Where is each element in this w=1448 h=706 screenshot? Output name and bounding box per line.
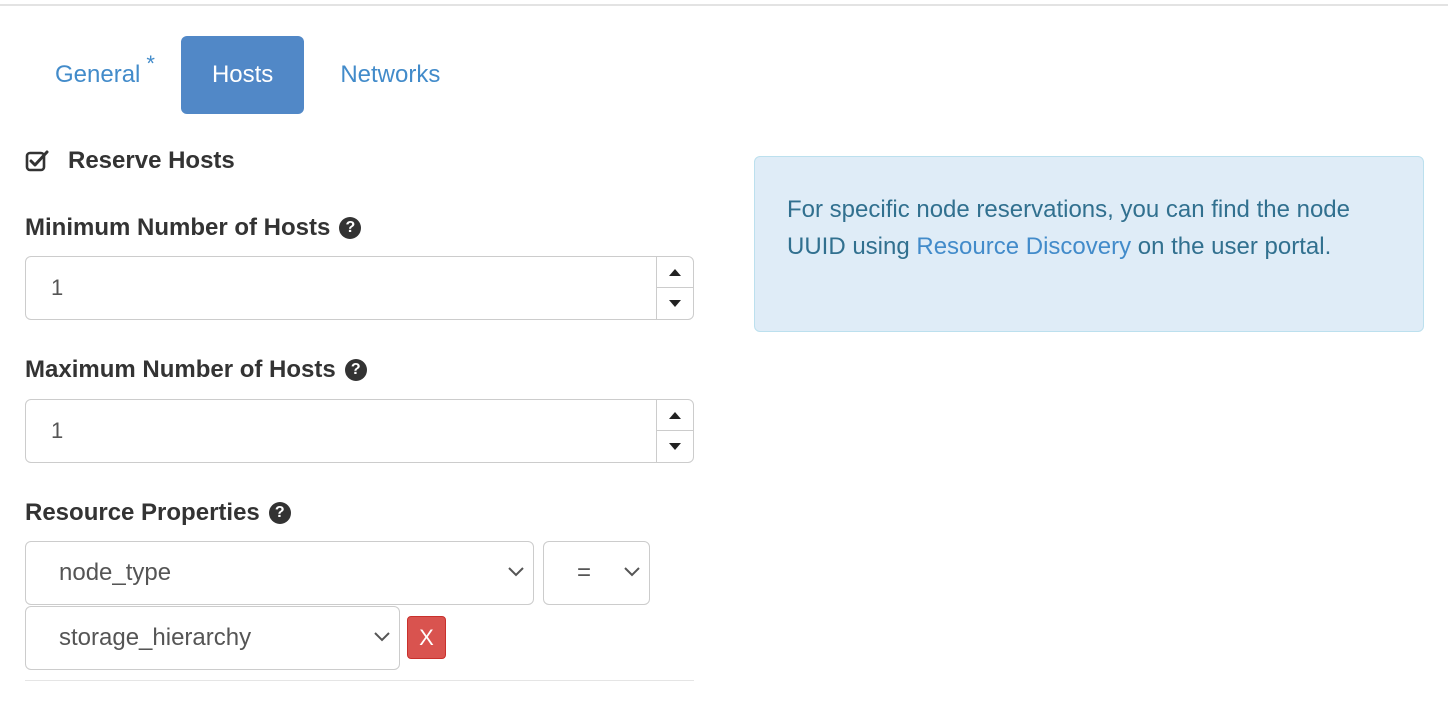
- tab-general-label: General: [55, 61, 141, 88]
- max-hosts-input[interactable]: 1: [25, 399, 694, 463]
- chevron-down-icon: [508, 567, 524, 577]
- question-circle-icon[interactable]: ?: [344, 359, 367, 381]
- caret-up-icon: [669, 268, 681, 276]
- resource-properties-label-row: Resource Properties ?: [25, 497, 291, 529]
- tab-general[interactable]: General *: [25, 36, 181, 114]
- bottom-divider: [25, 680, 694, 681]
- property-select[interactable]: node_type: [25, 541, 534, 605]
- property-select-value: node_type: [59, 559, 172, 586]
- top-divider: [0, 4, 1448, 6]
- question-circle-icon[interactable]: ?: [339, 217, 362, 239]
- remove-property-button[interactable]: X: [407, 616, 446, 659]
- min-hosts-value[interactable]: 1: [51, 257, 63, 319]
- chevron-down-icon: [374, 632, 390, 642]
- increment-button[interactable]: [657, 400, 693, 431]
- tab-hosts-label: Hosts: [211, 61, 274, 88]
- max-hosts-label: Maximum Number of Hosts: [25, 356, 336, 383]
- reserve-hosts-row[interactable]: Reserve Hosts: [25, 145, 235, 177]
- operator-select[interactable]: =: [543, 541, 650, 605]
- max-hosts-value[interactable]: 1: [51, 400, 63, 462]
- tab-networks[interactable]: Networks: [304, 36, 466, 114]
- min-hosts-input[interactable]: 1: [25, 256, 694, 320]
- value-select[interactable]: storage_hierarchy: [25, 606, 400, 670]
- question-circle-icon[interactable]: ?: [268, 502, 291, 524]
- resource-discovery-link[interactable]: Resource Discovery: [916, 233, 1131, 260]
- checked-checkbox-icon[interactable]: [25, 149, 49, 173]
- increment-button[interactable]: [657, 257, 693, 288]
- decrement-button[interactable]: [657, 288, 693, 319]
- caret-down-icon: [669, 443, 681, 450]
- operator-select-value: =: [577, 559, 592, 586]
- tab-networks-label: Networks: [340, 61, 441, 88]
- chevron-down-icon: [624, 567, 640, 577]
- decrement-button[interactable]: [657, 431, 693, 462]
- min-hosts-spinner: [656, 257, 693, 319]
- required-marker: *: [146, 51, 155, 76]
- info-text-after: on the user portal.: [1131, 233, 1332, 260]
- max-hosts-spinner: [656, 400, 693, 462]
- reserve-hosts-label: Reserve Hosts: [68, 147, 235, 174]
- max-hosts-label-row: Maximum Number of Hosts ?: [25, 354, 367, 386]
- resource-properties-label: Resource Properties: [25, 499, 260, 526]
- caret-down-icon: [669, 300, 681, 307]
- info-alert: For specific node reservations, you can …: [754, 156, 1424, 332]
- caret-up-icon: [669, 411, 681, 419]
- tab-bar: General * Hosts Networks: [25, 36, 466, 114]
- min-hosts-label-row: Minimum Number of Hosts ?: [25, 212, 362, 244]
- min-hosts-label: Minimum Number of Hosts: [25, 214, 331, 241]
- tab-hosts[interactable]: Hosts: [180, 36, 305, 114]
- value-select-value: storage_hierarchy: [59, 624, 252, 651]
